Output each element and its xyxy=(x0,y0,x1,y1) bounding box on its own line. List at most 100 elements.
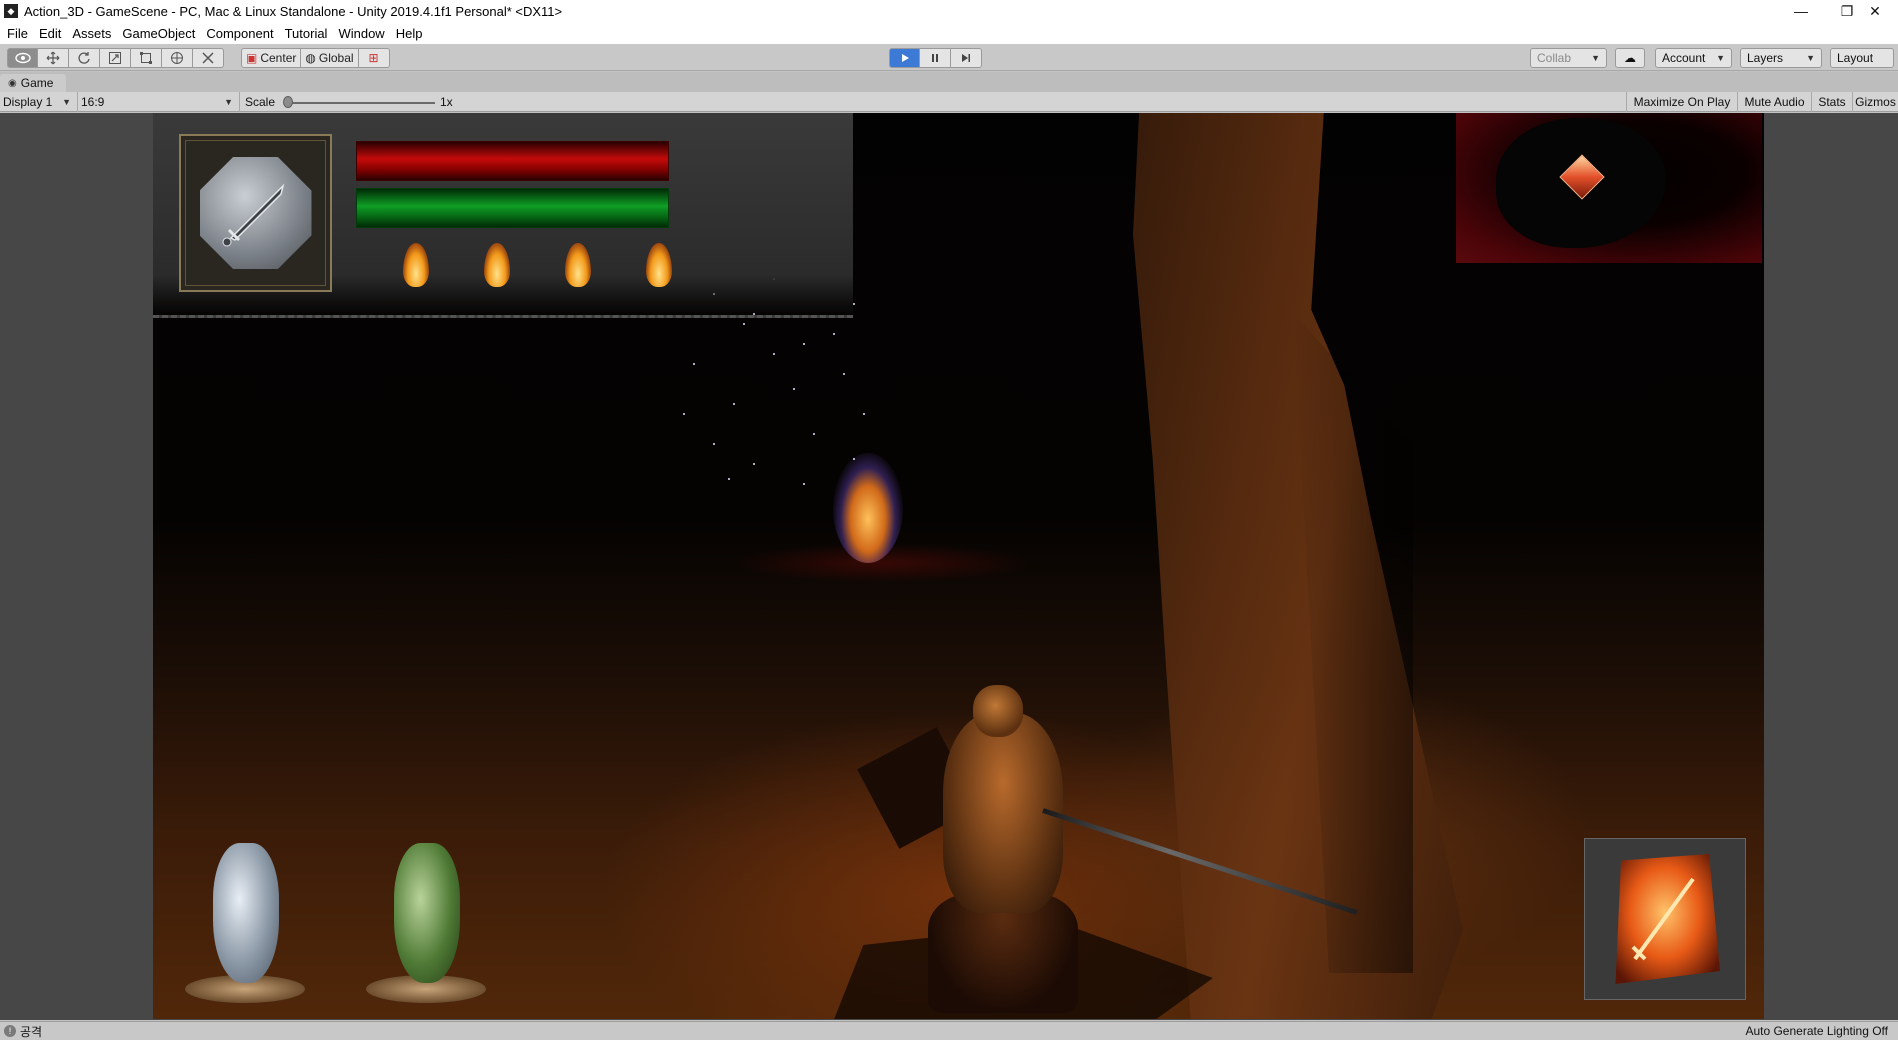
spark-particle xyxy=(733,403,735,405)
minimap xyxy=(1456,113,1762,263)
pivot-label: Center xyxy=(260,51,297,65)
layers-dropdown[interactable]: Layers ▼ xyxy=(1740,48,1822,68)
maximize-on-play-toggle[interactable]: Maximize On Play xyxy=(1626,92,1737,112)
spark-particle xyxy=(773,353,775,355)
move-tool-icon[interactable] xyxy=(38,48,69,68)
scale-value: 1x xyxy=(440,95,453,109)
scale-label: Scale xyxy=(245,95,276,109)
info-icon: ! xyxy=(4,1025,16,1037)
spark-particle xyxy=(843,373,845,375)
pause-button[interactable] xyxy=(920,48,951,68)
snap-grid-icon: ⊞ xyxy=(368,51,379,65)
account-dropdown[interactable]: Account ▼ xyxy=(1655,48,1732,68)
menu-component[interactable]: Component xyxy=(203,26,281,41)
bonfire-flame xyxy=(833,453,903,563)
health-bar xyxy=(356,141,669,181)
spark-particle xyxy=(803,343,805,345)
stats-toggle[interactable]: Stats xyxy=(1811,92,1852,112)
menu-edit[interactable]: Edit xyxy=(36,26,69,41)
spark-particle xyxy=(713,443,715,445)
account-label: Account xyxy=(1662,51,1706,65)
game-view-toolbar: Display 1 ▼ 16:9 ▼ Scale 1x Maximize On … xyxy=(0,92,1898,112)
menu-window[interactable]: Window xyxy=(335,26,392,41)
mute-audio-toggle[interactable]: Mute Audio xyxy=(1737,92,1811,112)
menu-tutorial[interactable]: Tutorial xyxy=(282,26,336,41)
spark-particle xyxy=(728,478,730,480)
cloud-icon: ☁ xyxy=(1624,51,1636,65)
chevron-down-icon: ▼ xyxy=(1716,53,1725,63)
pivot-center-button[interactable]: ▣ Center xyxy=(241,48,302,68)
knight-helmet xyxy=(973,685,1023,737)
play-controls xyxy=(889,48,982,68)
stone-pillar xyxy=(1133,113,1463,1019)
collab-label: Collab xyxy=(1537,51,1572,65)
snap-settings-button[interactable]: ⊞ xyxy=(358,48,390,68)
step-icon xyxy=(962,54,970,62)
spark-particle xyxy=(793,388,795,390)
custom-tool-icon[interactable] xyxy=(193,48,224,68)
globe-icon: ◍ xyxy=(305,51,316,65)
tab-game-label: Game xyxy=(20,76,54,90)
display-dropdown[interactable]: Display 1 ▼ xyxy=(0,92,78,112)
green-flask-icon xyxy=(366,833,486,1003)
transform-tools xyxy=(7,48,224,68)
layout-label: Layout xyxy=(1837,51,1874,65)
tab-game[interactable]: ◉ Game xyxy=(0,74,66,92)
gizmos-dropdown[interactable]: Gizmos xyxy=(1852,92,1898,112)
menu-assets[interactable]: Assets xyxy=(69,26,119,41)
play-button[interactable] xyxy=(889,48,920,68)
chevron-down-icon: ▼ xyxy=(1806,53,1815,63)
flame-charge-icon xyxy=(565,243,591,287)
pivot-icon: ▣ xyxy=(246,51,258,65)
close-button[interactable]: ✕ xyxy=(1852,0,1898,22)
aspect-dropdown[interactable]: 16:9 ▼ xyxy=(78,92,240,112)
sword-emblem-icon xyxy=(199,157,312,269)
chevron-down-icon: ▼ xyxy=(224,97,233,107)
spark-particle xyxy=(743,323,745,325)
menu-bar: File Edit Assets GameObject Component Tu… xyxy=(0,22,1898,44)
flame-charge-icon xyxy=(484,243,510,287)
step-button[interactable] xyxy=(951,48,982,68)
player-knight xyxy=(833,685,1213,1019)
game-controller-icon: ◉ xyxy=(8,77,17,89)
scale-tool-icon[interactable] xyxy=(100,48,131,68)
rotate-tool-icon[interactable] xyxy=(69,48,100,68)
transform-tool-icon[interactable] xyxy=(162,48,193,68)
view-tool-icon[interactable] xyxy=(7,48,38,68)
status-bar: ! 공격 Auto Generate Lighting Off xyxy=(0,1021,1898,1040)
aspect-label: 16:9 xyxy=(81,95,105,109)
chevron-down-icon: ▼ xyxy=(62,97,71,107)
spark-particle xyxy=(813,433,815,435)
collab-dropdown[interactable]: Collab ▼ xyxy=(1530,48,1607,68)
hud-banner xyxy=(153,113,853,318)
pivot-global-button[interactable]: ◍ Global xyxy=(301,48,359,68)
game-viewport[interactable] xyxy=(153,113,1764,1019)
scale-slider-thumb[interactable] xyxy=(283,96,293,108)
spark-particle xyxy=(853,458,855,460)
chevron-down-icon: ▼ xyxy=(1591,53,1600,63)
menu-gameobject[interactable]: GameObject xyxy=(119,26,203,41)
menu-file[interactable]: File xyxy=(4,26,36,41)
empty-estus-flask-icon xyxy=(185,833,305,1003)
layout-dropdown[interactable]: Layout xyxy=(1830,48,1894,68)
pause-icon xyxy=(932,54,938,62)
spark-particle xyxy=(853,303,855,305)
menu-help[interactable]: Help xyxy=(393,26,431,41)
spark-particle xyxy=(693,363,695,365)
lighting-status[interactable]: Auto Generate Lighting Off xyxy=(1745,1024,1888,1038)
scale-slider-track[interactable] xyxy=(285,102,435,104)
layers-label: Layers xyxy=(1747,51,1784,65)
play-icon xyxy=(901,54,909,62)
window-title-bar: ◆ Action_3D - GameScene - PC, Mac & Linu… xyxy=(0,0,1898,22)
rect-tool-icon[interactable] xyxy=(131,48,162,68)
cloud-button[interactable]: ☁ xyxy=(1615,48,1645,68)
minimize-button[interactable]: — xyxy=(1778,0,1824,22)
status-message[interactable]: 공격 xyxy=(20,1023,42,1040)
spark-particle xyxy=(863,413,865,415)
display-label: Display 1 xyxy=(3,95,53,109)
fire-sword-spell-icon xyxy=(1615,854,1720,984)
spark-particle xyxy=(833,333,835,335)
spark-particle xyxy=(683,413,685,415)
main-toolbar: ▣ Center ◍ Global ⊞ Collab ▼ ☁ Account ▼… xyxy=(0,44,1898,71)
pivot-controls: ▣ Center ◍ Global ⊞ xyxy=(241,48,390,68)
